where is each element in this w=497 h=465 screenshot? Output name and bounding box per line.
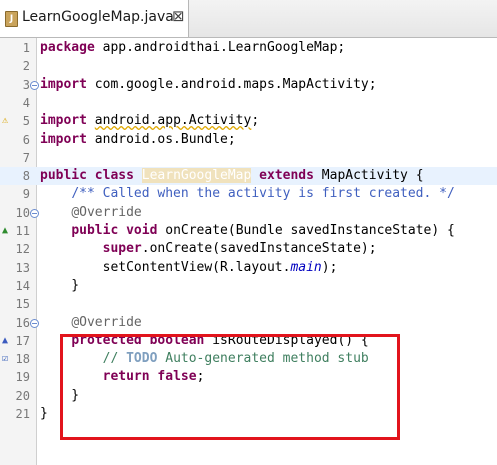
code-token: @Override <box>71 314 142 330</box>
line-number: 14 <box>15 278 30 293</box>
line-number: 12 <box>15 242 30 257</box>
code-text: @Override <box>40 314 142 332</box>
code-token: .onCreate(savedInstanceState); <box>141 241 377 257</box>
code-token: import <box>40 131 87 147</box>
code-text: import com.google.android.maps.MapActivi… <box>40 76 377 94</box>
fold-toggle-icon[interactable] <box>30 208 39 218</box>
code-token: MapActivity { <box>313 168 424 184</box>
line-number: 4 <box>22 95 30 110</box>
line-number: 7 <box>22 150 30 165</box>
code-token: com.google.android.maps.MapActivity; <box>86 76 377 92</box>
code-token: ); <box>321 259 338 275</box>
code-token: /** Called when the activity is first cr… <box>71 186 455 202</box>
code-line[interactable]: 3 import com.google.android.maps.MapActiv… <box>0 76 497 94</box>
task-icon[interactable]: ☑ <box>2 350 8 368</box>
code-token: app.androidthai.LearnGoogleMap; <box>94 40 346 55</box>
code-line[interactable]: 12 super.onCreate(savedInstanceState); <box>0 240 497 258</box>
code-text: import android.os.Bundle; <box>40 131 236 149</box>
code-text: } <box>40 405 48 423</box>
code-line[interactable]: 8 public class LearnGoogleMap extends Map… <box>0 167 497 186</box>
line-number: 2 <box>22 59 30 74</box>
code-token: import <box>40 113 87 129</box>
code-token: public <box>40 168 87 184</box>
code-line[interactable]: 11 ▲ public void onCreate(Bundle savedIns… <box>0 222 497 240</box>
code-token: android.app.Activity <box>94 113 252 129</box>
line-number: 8 <box>22 169 30 184</box>
code-token: void <box>126 223 158 238</box>
code-token: class <box>94 168 134 184</box>
code-text: /** Called when the activity is first cr… <box>40 185 455 203</box>
code-token: LearnGoogleMap <box>141 168 252 184</box>
line-number: 3 <box>22 77 30 92</box>
code-line[interactable]: 7 <box>0 149 497 167</box>
code-token: setContentView(R.layout. <box>40 259 291 275</box>
code-token: package <box>40 40 95 55</box>
code-text: } <box>40 277 79 295</box>
highlight-box <box>60 334 400 440</box>
code-line[interactable]: 9 /** Called when the activity is first … <box>0 185 497 203</box>
code-line[interactable]: 14 } <box>0 277 497 295</box>
line-number: 6 <box>22 132 30 147</box>
line-number: 16 <box>15 315 30 330</box>
code-text: setContentView(R.layout.main); <box>40 259 338 277</box>
code-editor[interactable]: 1 package app.androidthai.LearnGoogleMap;… <box>0 38 497 465</box>
code-text: public void onCreate(Bundle savedInstanc… <box>40 222 455 240</box>
fold-toggle-icon[interactable] <box>30 80 39 90</box>
close-icon[interactable]: ⊠ <box>172 7 185 25</box>
code-token: import <box>40 76 87 92</box>
code-line[interactable]: 2 <box>0 57 497 75</box>
tab-learngooglemap-java[interactable]: J LearnGoogleMap.java ⊠ <box>0 0 189 37</box>
code-text: super.onCreate(savedInstanceState); <box>40 240 377 258</box>
code-token: @Override <box>71 204 142 220</box>
code-token: ; <box>251 113 260 129</box>
line-number: 20 <box>15 388 30 403</box>
editor-tab-bar: J LearnGoogleMap.java ⊠ <box>0 0 497 38</box>
code-token: public <box>71 223 119 238</box>
code-token: onCreate(Bundle savedInstanceState) { <box>157 223 455 238</box>
code-token: super <box>102 241 142 257</box>
code-token: extends <box>259 168 314 184</box>
code-token: } <box>40 277 80 293</box>
code-text: public class LearnGoogleMap extends MapA… <box>40 167 424 185</box>
code-line[interactable]: 4 <box>0 94 497 112</box>
override-marker-icon[interactable]: ▲ <box>2 222 8 240</box>
warning-icon[interactable]: ⚠ <box>2 112 8 130</box>
line-number: 1 <box>22 41 30 55</box>
code-line[interactable]: 16 @Override <box>0 314 497 332</box>
code-line[interactable]: 15 <box>0 295 497 313</box>
code-line[interactable]: 5 ⚠ import android.app.Activity; <box>0 112 497 130</box>
line-number: 21 <box>15 407 30 421</box>
line-number: 13 <box>15 260 30 275</box>
line-number: 19 <box>15 370 30 385</box>
tab-title: LearnGoogleMap.java <box>22 9 174 25</box>
code-text: import android.app.Activity; <box>40 112 259 130</box>
code-token: android.os.Bundle; <box>86 131 236 147</box>
code-text: package app.androidthai.LearnGoogleMap; <box>40 39 345 57</box>
code-line[interactable]: 13 setContentView(R.layout.main); <box>0 259 497 277</box>
code-token: main <box>290 259 322 275</box>
fold-toggle-icon[interactable] <box>30 318 39 328</box>
code-token: } <box>40 406 48 421</box>
line-number: 9 <box>22 187 30 202</box>
code-line[interactable]: 10 @Override <box>0 204 497 222</box>
line-number: 15 <box>15 297 30 312</box>
line-number: 10 <box>15 205 30 220</box>
override-marker-icon[interactable]: ▲ <box>2 332 8 350</box>
code-line[interactable]: 1 package app.androidthai.LearnGoogleMap; <box>0 39 497 57</box>
code-line[interactable]: 6 import android.os.Bundle; <box>0 131 497 149</box>
java-file-icon: J <box>5 11 18 27</box>
code-text: @Override <box>40 204 142 222</box>
